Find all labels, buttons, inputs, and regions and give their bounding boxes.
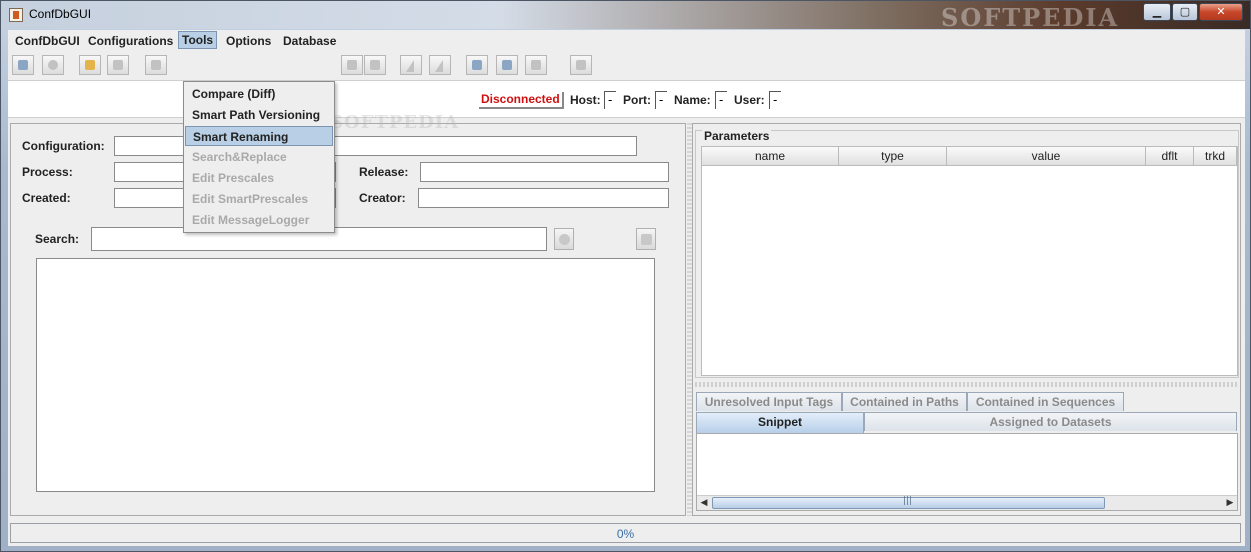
name-label: Name:: [674, 93, 711, 107]
user-value: -: [769, 91, 781, 109]
menu-item-smart-path-versioning[interactable]: Smart Path Versioning: [185, 105, 333, 125]
window-icon: [370, 60, 380, 70]
host-value: -: [604, 91, 616, 109]
menu-item-search-replace[interactable]: Search&Replace: [185, 147, 333, 167]
truck-icon: [641, 234, 652, 245]
tool-button-8[interactable]: [400, 55, 422, 75]
column-header-type[interactable]: type: [839, 147, 947, 166]
configuration-panel: Configuration: Process: Release: Created…: [10, 123, 686, 516]
horizontal-scrollbar[interactable]: ◀ ||| ▶: [697, 495, 1237, 510]
tools-menu: Compare (Diff) Smart Path Versioning Sma…: [183, 81, 335, 233]
tab-contained-in-sequences[interactable]: Contained in Sequences: [967, 392, 1124, 411]
menu-confdbgui[interactable]: ConfDbGUI: [11, 33, 84, 49]
user-label: User:: [734, 93, 765, 107]
parameters-title: Parameters: [702, 129, 772, 143]
new-config-button[interactable]: [12, 55, 34, 75]
folder-icon: [85, 60, 95, 70]
menu-item-edit-prescales[interactable]: Edit Prescales: [185, 168, 333, 188]
grid-icon: [576, 60, 586, 70]
connect-button[interactable]: [42, 55, 64, 75]
scroll-right-icon[interactable]: ▶: [1224, 497, 1236, 509]
column-header-name[interactable]: name: [702, 147, 839, 166]
open-button[interactable]: [79, 55, 101, 75]
search-label: Search:: [35, 232, 80, 246]
search-action-button[interactable]: [636, 228, 656, 250]
name-value: -: [715, 91, 727, 109]
menu-options[interactable]: Options: [222, 33, 275, 49]
document-icon: [531, 60, 541, 70]
tool-button-13[interactable]: [570, 55, 592, 75]
grip-icon: |||: [903, 496, 913, 506]
tool-button-9[interactable]: [429, 55, 451, 75]
tab-contained-in-paths[interactable]: Contained in Paths: [842, 392, 967, 411]
triangle-icon: [435, 60, 443, 72]
progress-bar: 0%: [10, 523, 1241, 543]
tab-assigned-to-datasets[interactable]: Assigned to Datasets: [864, 412, 1237, 431]
remove-button[interactable]: [496, 55, 518, 75]
progress-text: 0%: [616, 527, 635, 541]
parameters-group: Parameters name type value dflt trkd: [695, 129, 1239, 378]
host-label: Host:: [570, 93, 601, 107]
menu-bar: ConfDbGUI Configurations Tools Options D…: [8, 30, 1245, 52]
column-header-dflt[interactable]: dflt: [1146, 147, 1194, 166]
menu-item-smart-renaming[interactable]: Smart Renaming: [185, 126, 333, 146]
clear-search-button[interactable]: [554, 228, 574, 250]
app-icon[interactable]: [9, 8, 23, 22]
remove-icon: [502, 60, 512, 70]
created-label: Created:: [22, 191, 71, 205]
tool-button-7[interactable]: [364, 55, 386, 75]
import-button[interactable]: [145, 55, 167, 75]
menu-configurations[interactable]: Configurations: [84, 33, 177, 49]
tool-button-12[interactable]: [525, 55, 547, 75]
column-header-trkd[interactable]: trkd: [1194, 147, 1237, 166]
search-db-button[interactable]: [466, 55, 488, 75]
softpedia-watermark-2: SOFTPEDIA: [330, 112, 460, 133]
triangle-icon: [406, 60, 414, 72]
creator-label: Creator:: [359, 191, 406, 205]
tab-snippet[interactable]: Snippet: [696, 412, 864, 433]
configuration-label: Configuration:: [22, 139, 105, 153]
menu-database[interactable]: Database: [279, 33, 340, 49]
connect-icon: [48, 60, 58, 70]
new-document-icon: [18, 60, 28, 70]
softpedia-watermark: SOFTPEDIA: [941, 3, 1120, 32]
scrollbar-thumb[interactable]: |||: [712, 496, 1105, 509]
column-header-value[interactable]: value: [947, 147, 1146, 166]
creator-field[interactable]: [418, 188, 669, 208]
save-button[interactable]: [107, 55, 129, 75]
horizontal-splitter[interactable]: [695, 382, 1239, 387]
release-label: Release:: [359, 165, 409, 179]
parameters-table[interactable]: name type value dflt trkd: [701, 146, 1238, 376]
client-area: ConfDbGUI Configurations Tools Options D…: [8, 30, 1245, 546]
menu-item-edit-messagelogger[interactable]: Edit MessageLogger: [185, 210, 333, 230]
menu-tools[interactable]: Tools: [178, 31, 218, 49]
title-bar[interactable]: ConfDbGUI SOFTPEDIA ▁ ▢ ✕: [1, 1, 1250, 32]
disconnected-status[interactable]: Disconnected: [479, 92, 564, 109]
scroll-left-icon[interactable]: ◀: [698, 497, 710, 509]
tab-unresolved-input-tags[interactable]: Unresolved Input Tags: [696, 392, 842, 411]
minimize-button[interactable]: ▁: [1143, 3, 1171, 21]
snippet-area[interactable]: ◀ ||| ▶: [696, 433, 1238, 511]
close-button[interactable]: ✕: [1199, 3, 1243, 21]
tool-button-6[interactable]: [341, 55, 363, 75]
menu-item-edit-smartprescales[interactable]: Edit SmartPrescales: [185, 189, 333, 209]
clear-icon: [559, 234, 570, 245]
document-icon: [347, 60, 357, 70]
process-label: Process:: [22, 165, 73, 179]
port-label: Port:: [623, 93, 651, 107]
application-window: ConfDbGUI SOFTPEDIA ▁ ▢ ✕ ConfDbGUI Conf…: [0, 0, 1251, 552]
menu-item-compare-diff[interactable]: Compare (Diff): [185, 84, 333, 104]
parameters-panel: Parameters name type value dflt trkd Unr…: [692, 123, 1241, 516]
search-icon: [472, 60, 482, 70]
truck-icon: [151, 60, 161, 70]
port-value: -: [655, 91, 667, 109]
configuration-tree[interactable]: [36, 258, 655, 492]
window-title: ConfDbGUI: [29, 7, 92, 21]
save-icon: [113, 60, 123, 70]
maximize-button[interactable]: ▢: [1172, 3, 1198, 21]
toolbar: [8, 52, 1245, 78]
release-field[interactable]: [420, 162, 669, 182]
